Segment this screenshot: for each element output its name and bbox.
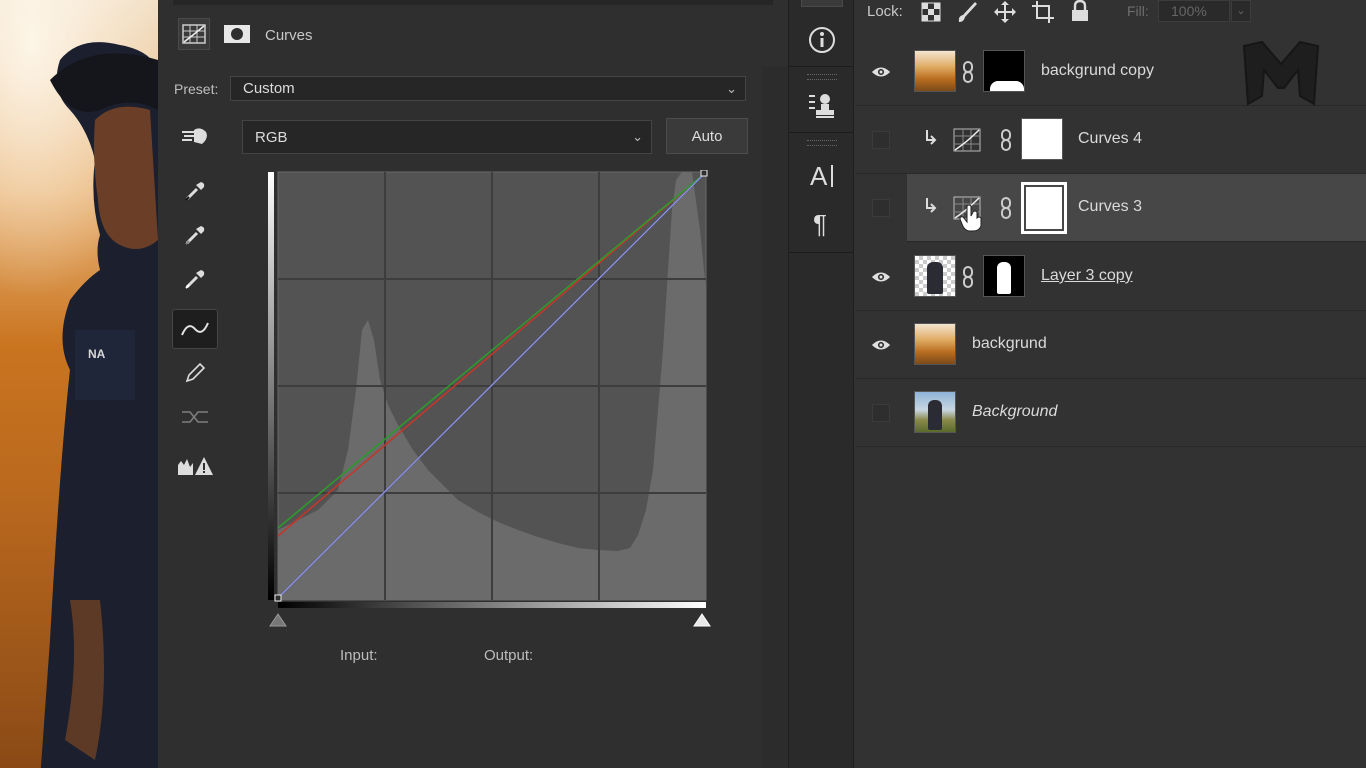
layer-name: Curves 4 (1078, 130, 1143, 147)
properties-panel: Curves Preset: Custom ⌄ RGB ⌄ Auto Input… (158, 0, 788, 768)
pencil-draw-tool[interactable] (172, 353, 218, 393)
watermark-logo (1242, 40, 1320, 106)
canvas-photo: NA (0, 0, 158, 768)
smooth-curve-tool[interactable] (172, 397, 218, 437)
on-image-adjust-tool[interactable] (172, 116, 218, 156)
layer-row-layer-3-copy[interactable]: Layer 3 copy (855, 243, 1366, 311)
channel-value: RGB (255, 128, 288, 146)
hand-cursor-icon (959, 204, 982, 232)
svg-text:A: A (810, 161, 828, 191)
layer-row-background[interactable]: Background (855, 379, 1366, 447)
panel-dock: A ¶ (788, 0, 854, 768)
lock-label: Lock: (867, 3, 903, 20)
preset-value: Custom (243, 80, 295, 97)
histogram-warning-icon (178, 457, 213, 475)
eyedropper-gray-icon (185, 226, 205, 245)
lock-position-move-icon[interactable] (993, 0, 1017, 24)
clipping-arrow-icon (926, 130, 937, 145)
fill-label: Fill: (1127, 3, 1149, 19)
black-input-slider[interactable] (269, 613, 287, 627)
white-input-slider[interactable] (693, 613, 711, 627)
curves-adjustment-icon (953, 128, 981, 152)
person-silhouette: NA (40, 42, 158, 768)
visibility-toggle-off[interactable] (871, 199, 891, 217)
output-label: Output: (484, 647, 534, 664)
auto-button[interactable]: Auto (666, 118, 748, 154)
layer-name: Background (972, 403, 1058, 420)
svg-text:¶: ¶ (813, 209, 827, 239)
chevron-down-icon: ⌄ (726, 80, 737, 96)
layer-thumbnail (914, 391, 956, 433)
character-panel-icon[interactable]: A (800, 156, 844, 196)
lock-bar: Lock: Fill: 100% ⌄ (855, 0, 1366, 26)
curve-point-white[interactable] (700, 170, 708, 177)
visibility-toggle-off[interactable] (871, 404, 891, 422)
visibility-column-curves-3 (855, 174, 907, 242)
layer-row-backgrund[interactable]: backgrund (855, 311, 1366, 379)
layer-mask-thumbnail (983, 50, 1025, 92)
info-icon[interactable] (800, 20, 844, 60)
panel-title: Curves (265, 27, 313, 44)
panel-top-strip (173, 0, 773, 5)
fill-input[interactable]: 100% (1158, 0, 1230, 22)
dock-top-button[interactable] (800, 0, 844, 14)
link-chain-icon[interactable] (961, 265, 975, 289)
mask-icon[interactable] (221, 18, 253, 50)
layer-name: backgrund (972, 335, 1047, 352)
layer-name: backgrund copy (1041, 62, 1154, 79)
layer-thumbnail (914, 255, 956, 297)
layer-mask-thumbnail (983, 255, 1025, 297)
eye-icon[interactable] (871, 268, 891, 286)
link-chain-icon[interactable] (999, 196, 1013, 220)
clipping-warning-tool[interactable] (172, 446, 218, 486)
hand-finger-icon (182, 128, 207, 144)
eyedropper-black-icon (185, 182, 205, 201)
eyedropper-white-icon (185, 270, 205, 289)
lock-all-icon[interactable] (1069, 0, 1091, 22)
link-chain-icon[interactable] (961, 60, 975, 84)
curves-graph[interactable] (268, 170, 748, 630)
layer-row-curves-4[interactable]: Curves 4 (855, 106, 1366, 174)
properties-scrollbar[interactable] (762, 66, 788, 768)
lock-transparency-icon[interactable] (921, 2, 941, 22)
curve-point-black[interactable] (274, 594, 282, 602)
layer-mask-thumbnail-selected (1021, 182, 1067, 234)
layer-mask-thumbnail (1021, 118, 1063, 160)
pencil-icon (185, 362, 206, 383)
curves-adjustment-icon[interactable] (178, 18, 210, 50)
layers-panel: Lock: Fill: 100% ⌄ backgrund copy Curves… (855, 0, 1366, 768)
clipping-arrow-icon (926, 198, 937, 213)
layer-name: Curves 3 (1078, 198, 1143, 215)
smooth-icon (182, 411, 208, 423)
preset-select[interactable]: Custom ⌄ (230, 76, 746, 101)
visibility-toggle-off[interactable] (871, 131, 891, 149)
preset-label: Preset: (174, 81, 219, 97)
input-gradient-bar (278, 602, 706, 608)
lock-artboard-crop-icon[interactable] (1031, 0, 1055, 24)
dock-grip[interactable] (807, 74, 837, 80)
clone-source-icon[interactable] (800, 86, 844, 126)
link-chain-icon[interactable] (999, 128, 1013, 152)
eye-icon[interactable] (871, 336, 891, 354)
input-label: Input: (340, 647, 378, 664)
output-gradient-bar (268, 172, 274, 600)
layer-name: Layer 3 copy (1041, 267, 1133, 284)
fill-dropdown[interactable]: ⌄ (1231, 0, 1251, 22)
chevron-down-icon: ⌄ (632, 129, 643, 144)
eye-icon[interactable] (871, 63, 891, 81)
black-point-eyedropper[interactable] (172, 171, 218, 211)
edit-points-tool[interactable] (172, 309, 218, 349)
curve-points-icon (181, 322, 209, 336)
paragraph-panel-icon[interactable]: ¶ (800, 204, 844, 244)
layer-thumbnail (914, 323, 956, 365)
lock-image-brush-icon[interactable] (955, 0, 979, 24)
svg-text:NA: NA (88, 347, 106, 361)
gray-point-eyedropper[interactable] (172, 215, 218, 255)
white-point-eyedropper[interactable] (172, 259, 218, 299)
channel-select[interactable]: RGB ⌄ (242, 120, 652, 154)
layer-thumbnail (914, 50, 956, 92)
dock-grip[interactable] (807, 140, 837, 146)
properties-header: Curves (158, 0, 788, 66)
layer-row-curves-3[interactable]: Curves 3 (907, 174, 1366, 242)
